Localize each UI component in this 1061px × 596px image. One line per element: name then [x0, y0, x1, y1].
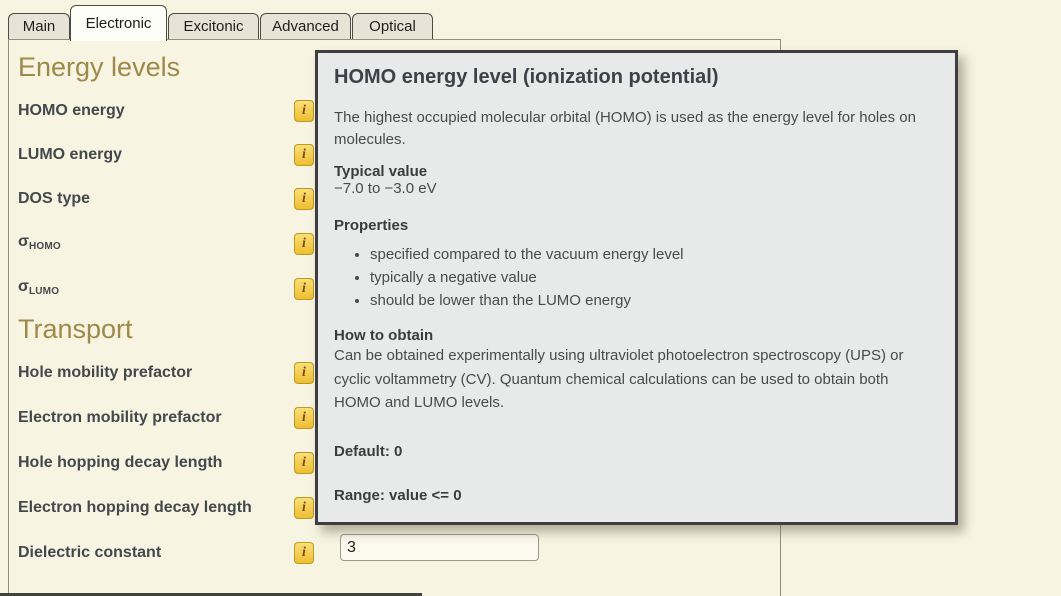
- tooltip-range: Range: value <= 0: [334, 487, 939, 504]
- tooltip-typical-value: −7.0 to −3.0 eV: [334, 180, 939, 197]
- tab-electronic-label: Electronic: [86, 15, 152, 32]
- tab-advanced[interactable]: Advanced: [260, 13, 351, 39]
- tooltip-property-item: specified compared to the vacuum energy …: [370, 243, 939, 266]
- tooltip-popup: HOMO energy level (ionization potential)…: [315, 50, 958, 525]
- tooltip-properties-heading: Properties: [334, 217, 939, 234]
- tooltip-typical-value-heading: Typical value: [334, 163, 939, 180]
- tab-main-label: Main: [23, 18, 56, 35]
- tab-electronic[interactable]: Electronic: [70, 5, 167, 41]
- tab-excitonic-label: Excitonic: [183, 18, 243, 35]
- tab-optical[interactable]: Optical: [352, 13, 433, 39]
- tooltip-how-to-obtain-text: Can be obtained experimentally using ult…: [334, 344, 939, 415]
- tab-optical-label: Optical: [369, 18, 416, 35]
- tooltip-intro: The highest occupied molecular orbital (…: [334, 107, 939, 151]
- tab-excitonic[interactable]: Excitonic: [168, 13, 259, 39]
- tooltip-properties-list: specified compared to the vacuum energy …: [334, 243, 939, 312]
- tooltip-property-item: should be lower than the LUMO energy: [370, 289, 939, 312]
- tab-main[interactable]: Main: [8, 13, 70, 39]
- tooltip-title: HOMO energy level (ionization potential): [334, 65, 939, 89]
- tab-advanced-label: Advanced: [272, 18, 339, 35]
- tooltip-how-to-obtain-heading: How to obtain: [334, 327, 939, 344]
- tooltip-property-item: typically a negative value: [370, 266, 939, 289]
- tooltip-default-value: Default: 0: [334, 443, 939, 460]
